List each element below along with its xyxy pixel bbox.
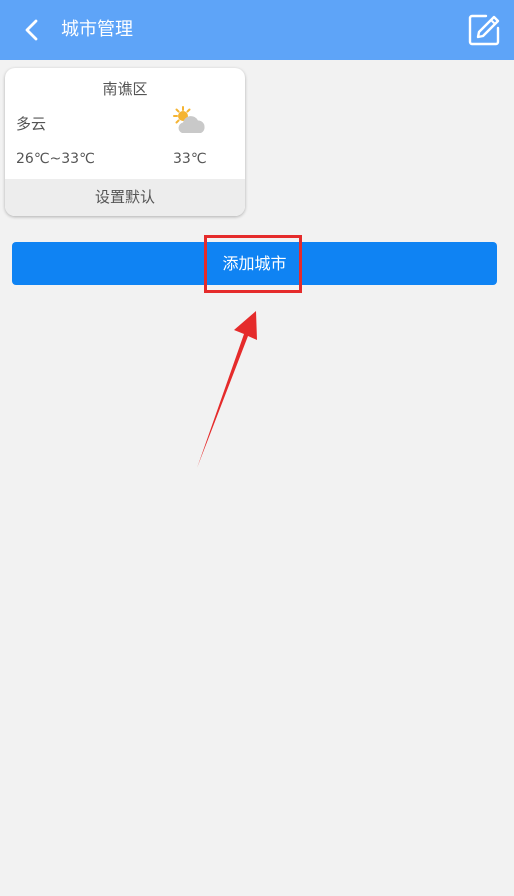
city-name: 南谯区 [102, 80, 148, 98]
back-button[interactable] [14, 12, 50, 48]
edit-icon [468, 14, 500, 46]
partly-cloudy-icon [173, 106, 205, 133]
chevron-left-icon [25, 19, 38, 41]
current-temperature: 33℃ [173, 151, 207, 167]
set-default-button[interactable]: 设置默认 [5, 179, 245, 216]
city-card[interactable]: 南谯区 多云 26℃~33℃ 33℃ 设置默认 [5, 68, 245, 216]
temperature-range: 26℃~33℃ [16, 151, 95, 167]
add-city-button[interactable]: 添加城市 [12, 242, 497, 285]
page-title: 城市管理 [61, 19, 133, 40]
app-header: 城市管理 [0, 0, 514, 60]
weather-description: 多云 [16, 115, 47, 133]
edit-button[interactable] [467, 13, 501, 47]
